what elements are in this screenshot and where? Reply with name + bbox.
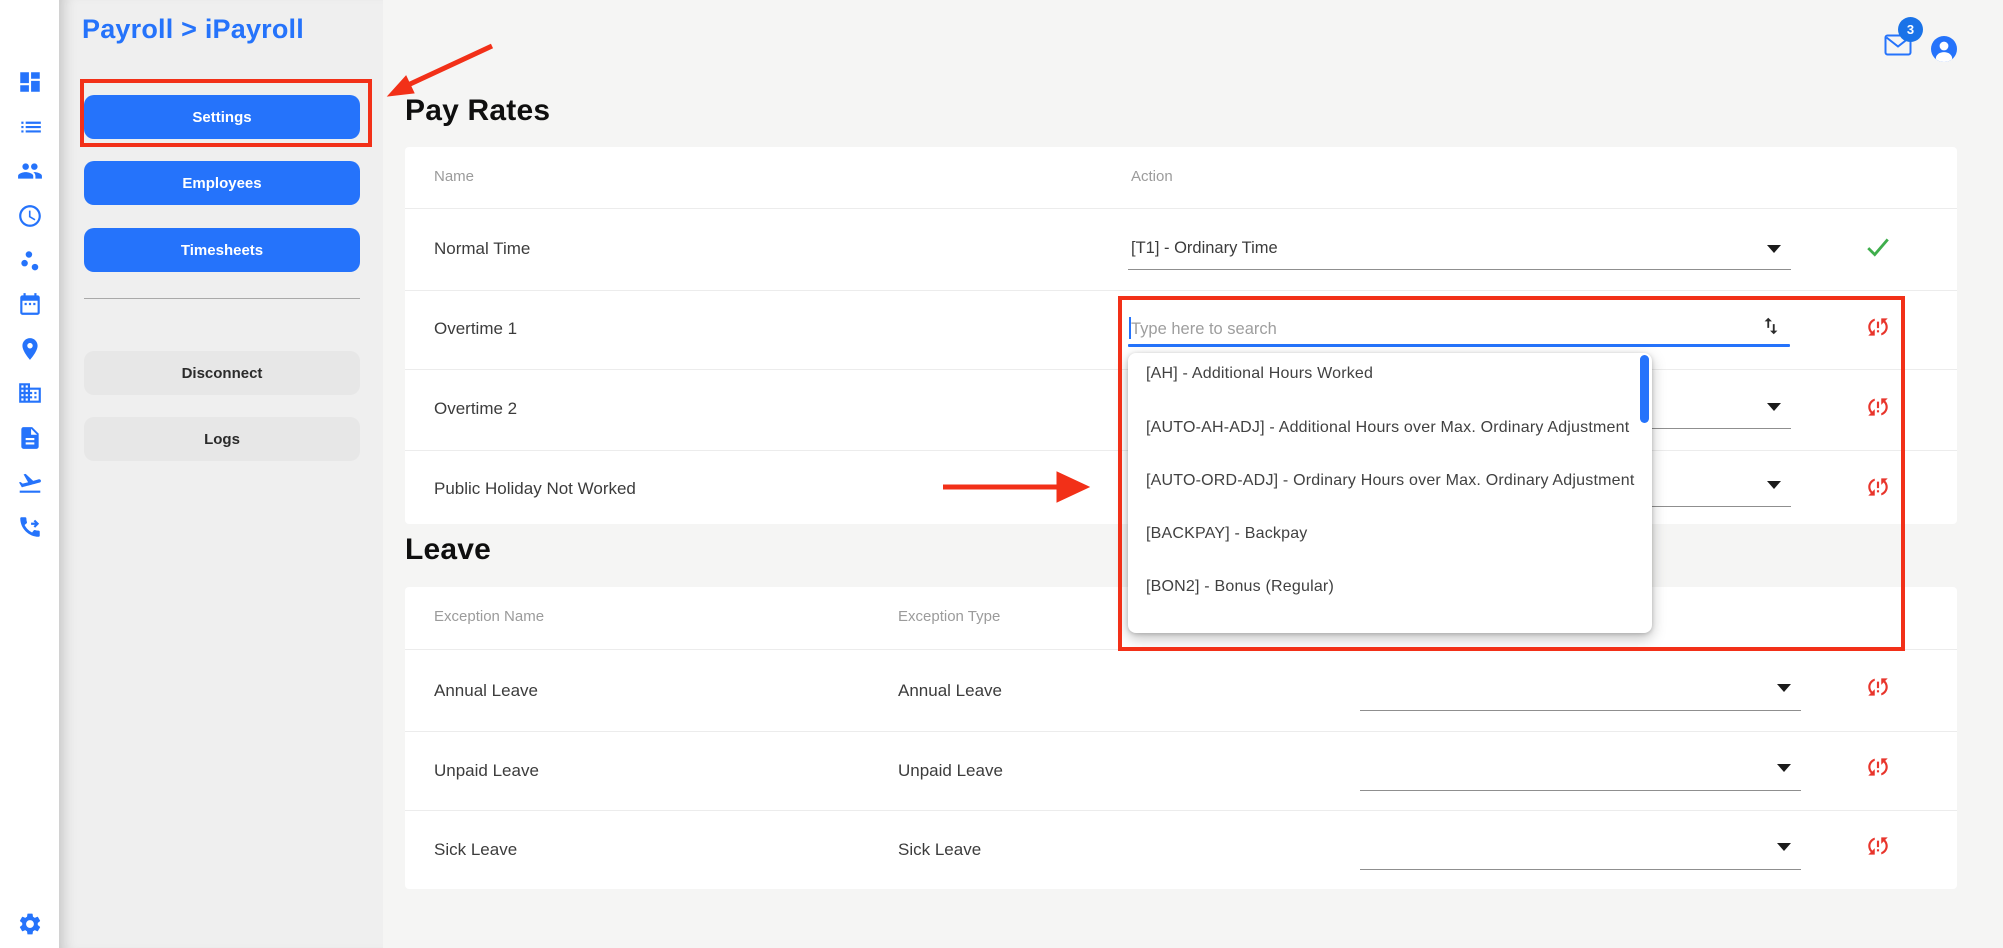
flight-takeoff-icon[interactable] <box>17 470 43 496</box>
chevron-down-icon[interactable] <box>1777 684 1791 692</box>
pay-rate-row-name: Normal Time <box>434 239 530 259</box>
row-divider <box>405 290 1957 291</box>
leave-title: Leave <box>405 533 491 567</box>
clock-icon[interactable] <box>17 203 43 229</box>
notification-badge[interactable]: 3 <box>1898 17 1923 42</box>
leave-row-name: Annual Leave <box>434 681 538 701</box>
employees-button[interactable]: Employees <box>84 161 360 205</box>
chevron-down-icon[interactable] <box>1767 403 1781 411</box>
text-cursor <box>1129 317 1131 339</box>
column-header-exception-name: Exception Name <box>434 608 544 625</box>
disconnect-button[interactable]: Disconnect <box>84 351 360 395</box>
dropdown-option[interactable]: [BACKPAY] - Backpay <box>1146 525 1308 549</box>
leave-row-type: Annual Leave <box>898 681 1002 701</box>
action-select-value[interactable]: [T1] - Ordinary Time <box>1131 239 1278 258</box>
pay-rates-title: Pay Rates <box>405 94 550 128</box>
chevron-down-icon[interactable] <box>1777 764 1791 772</box>
search-underline-focused <box>1128 344 1790 347</box>
sync-error-icon[interactable] <box>1865 674 1891 700</box>
dropdown-option[interactable]: [BON2] - Bonus (Regular) <box>1146 578 1334 602</box>
icon-rail <box>0 0 59 948</box>
pay-rate-row-name: Overtime 2 <box>434 399 517 419</box>
people-icon[interactable] <box>17 158 43 184</box>
dashboard-icon[interactable] <box>17 69 43 95</box>
logs-button[interactable]: Logs <box>84 417 360 461</box>
document-icon[interactable] <box>17 425 43 451</box>
row-divider <box>405 810 1957 811</box>
dropdown-option[interactable]: [AH] - Additional Hours Worked <box>1146 365 1373 389</box>
select-underline[interactable] <box>1360 790 1801 791</box>
leave-row-name: Unpaid Leave <box>434 761 539 781</box>
list-icon[interactable] <box>17 113 43 139</box>
timesheets-button[interactable]: Timesheets <box>84 228 360 272</box>
dropdown-option[interactable]: [AUTO-ORD-ADJ] - Ordinary Hours over Max… <box>1146 472 1634 496</box>
synced-check-icon <box>1865 234 1891 260</box>
leave-row-name: Sick Leave <box>434 840 517 860</box>
row-divider <box>405 731 1957 732</box>
phone-callback-icon[interactable] <box>17 514 43 540</box>
sidebar: Payroll > iPayroll Settings Employees Ti… <box>59 0 383 948</box>
column-header-name: Name <box>434 168 474 185</box>
location-pin-icon[interactable] <box>17 336 43 362</box>
sync-error-icon[interactable] <box>1865 474 1891 500</box>
scatter-dots-icon[interactable] <box>17 248 43 274</box>
row-divider <box>405 649 1957 650</box>
payroll-settings-page: Payroll > iPayroll Settings Employees Ti… <box>0 0 2003 948</box>
sort-arrows-icon[interactable] <box>1760 315 1782 337</box>
leave-row-type: Unpaid Leave <box>898 761 1003 781</box>
select-underline[interactable] <box>1360 869 1801 870</box>
sync-error-icon[interactable] <box>1865 754 1891 780</box>
pay-rate-row-name: Overtime 1 <box>434 319 517 339</box>
column-header-exception-type: Exception Type <box>898 608 1000 625</box>
gear-icon[interactable] <box>17 911 43 937</box>
search-results-dropdown: [AH] - Additional Hours Worked [AUTO-AH-… <box>1128 353 1652 633</box>
sync-error-icon[interactable] <box>1865 394 1891 420</box>
dropdown-option[interactable]: [AUTO-AH-ADJ] - Additional Hours over Ma… <box>1146 419 1629 443</box>
row-divider <box>405 208 1957 209</box>
select-underline[interactable] <box>1128 269 1791 270</box>
building-icon[interactable] <box>17 380 43 406</box>
breadcrumb: Payroll > iPayroll <box>82 14 304 45</box>
sidebar-divider <box>84 298 360 299</box>
chevron-down-icon[interactable] <box>1767 481 1781 489</box>
action-search-input[interactable] <box>1131 316 1731 342</box>
pay-rate-row-name: Public Holiday Not Worked <box>434 479 636 499</box>
column-header-action: Action <box>1131 168 1173 185</box>
chevron-down-icon[interactable] <box>1767 245 1781 253</box>
calendar-icon[interactable] <box>17 291 43 317</box>
leave-row-type: Sick Leave <box>898 840 981 860</box>
dropdown-scrollbar[interactable] <box>1640 355 1649 423</box>
settings-button[interactable]: Settings <box>84 95 360 139</box>
sync-error-icon[interactable] <box>1865 314 1891 340</box>
user-avatar-icon[interactable] <box>1930 35 1958 63</box>
sync-error-icon[interactable] <box>1865 833 1891 859</box>
chevron-down-icon[interactable] <box>1777 843 1791 851</box>
annotation-arrow-settings <box>408 46 492 85</box>
select-underline[interactable] <box>1360 710 1801 711</box>
